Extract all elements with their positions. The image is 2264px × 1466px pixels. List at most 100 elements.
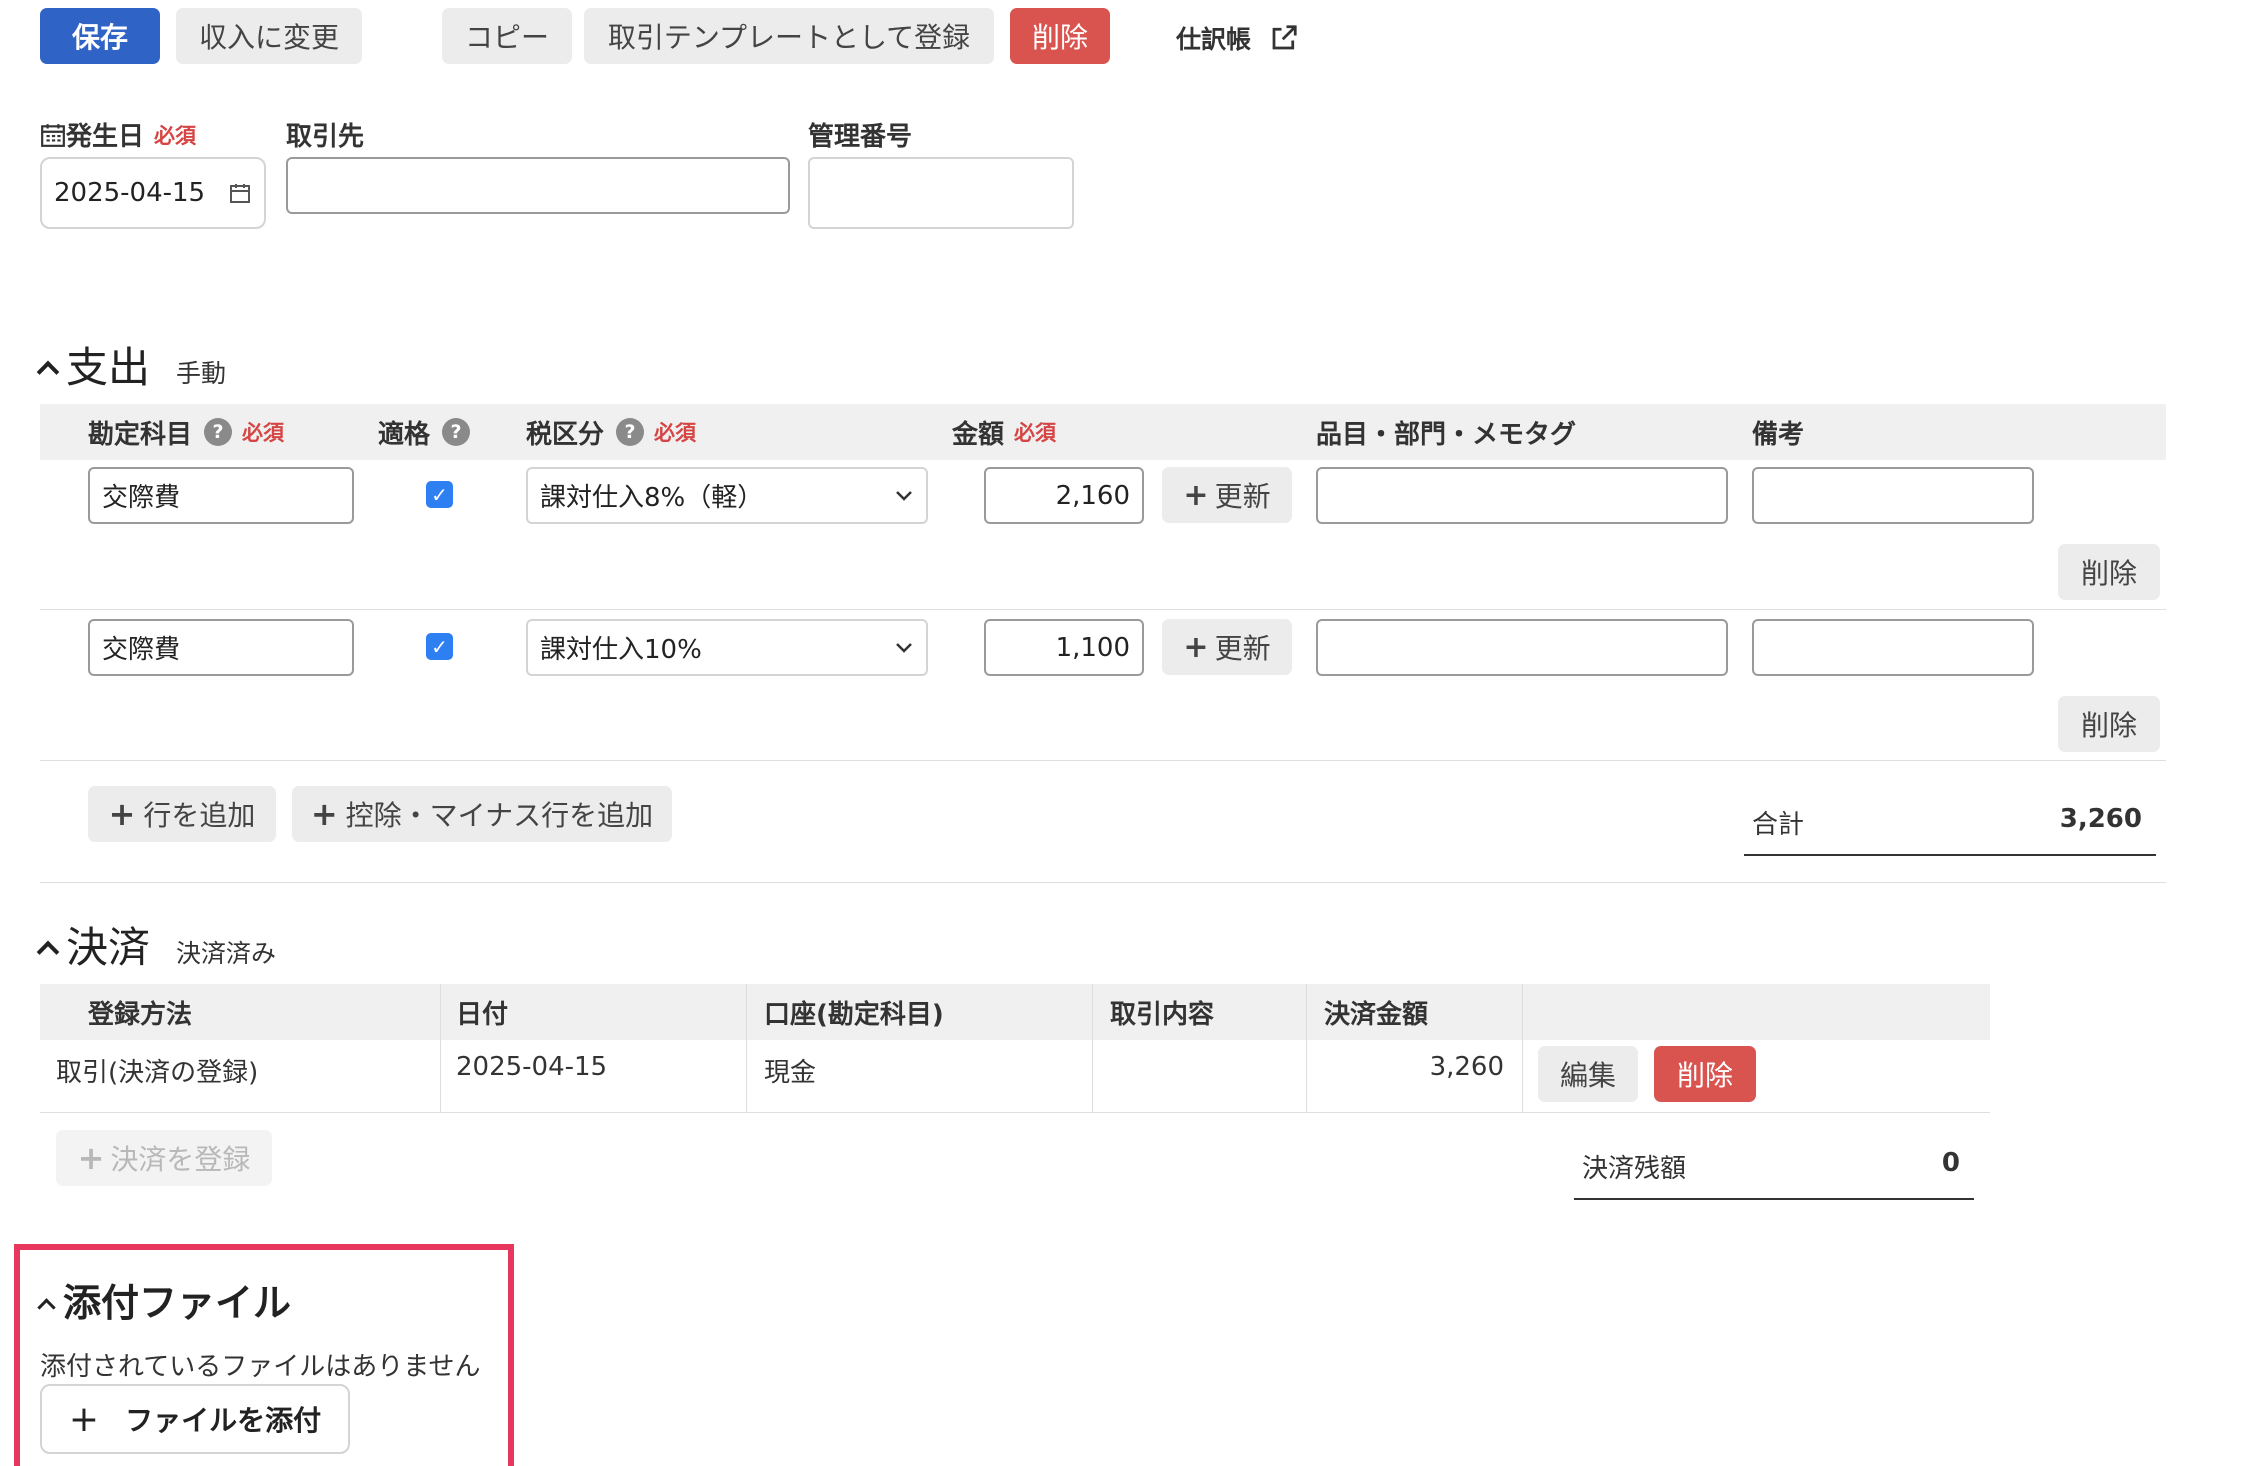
account-field[interactable]: 交際費 [88, 619, 354, 676]
plus-icon: + [1183, 629, 1209, 665]
row-divider [40, 1112, 1990, 1113]
balance-label: 決済残額 [1582, 1154, 1687, 1184]
attachments-empty-text: 添付されているファイルはありません [40, 1352, 481, 1382]
plus-icon: + [108, 795, 136, 833]
column-method: 登録方法 [88, 999, 193, 1030]
section-divider [40, 882, 2166, 883]
settlement-table-header [40, 984, 1990, 1040]
settlement-section-title: 決済 [66, 923, 151, 972]
amount-field[interactable]: 1,100 [984, 619, 1144, 676]
delete-button[interactable]: 削除 [1010, 8, 1110, 64]
total-underline [1744, 854, 2156, 856]
required-badge: 必須 [154, 123, 197, 148]
partner-field[interactable] [286, 157, 790, 214]
update-button[interactable]: + 更新 [1162, 619, 1292, 675]
qualified-checkbox[interactable]: ✓ [426, 481, 453, 508]
item-tags-field[interactable] [1316, 619, 1728, 676]
settlement-delete-button[interactable]: 削除 [1654, 1046, 1756, 1102]
checkmark-icon: ✓ [431, 634, 448, 659]
tax-select-value: 課対仕入10% [540, 635, 702, 665]
column-item-tags: 品目・部門・メモタグ [1316, 419, 1577, 450]
column-divider [1092, 984, 1093, 1112]
expense-section-title: 支出 [66, 343, 151, 392]
column-amount: 金額 必須 [952, 404, 1056, 460]
add-row-button[interactable]: + 行を追加 [88, 786, 276, 842]
journal-link[interactable]: 仕訳帳 [1176, 20, 1299, 56]
register-settlement-label: 決済を登録 [110, 1143, 251, 1176]
attachments-section-header[interactable]: 添付ファイル [37, 1272, 292, 1327]
help-icon[interactable]: ? [616, 418, 645, 446]
chevron-up-icon[interactable] [37, 1298, 56, 1317]
column-remarks: 備考 [1752, 419, 1805, 450]
column-account: 口座(勘定科目) [764, 999, 944, 1030]
chevron-up-icon[interactable] [36, 360, 60, 384]
calendar-icon [41, 123, 65, 147]
update-button-label: 更新 [1214, 632, 1271, 665]
column-tax-label: 税区分 [526, 419, 605, 450]
attach-file-label: ファイルを添付 [125, 1404, 322, 1437]
settlement-status: 決済済み [176, 939, 277, 968]
register-settlement-button[interactable]: + 決済を登録 [56, 1130, 272, 1186]
amount-field[interactable]: 2,160 [984, 467, 1144, 524]
tax-select[interactable]: 課対仕入8%（軽） [526, 467, 928, 524]
chevron-up-icon[interactable] [36, 940, 60, 964]
calendar-icon[interactable] [228, 181, 252, 205]
date-label-group: 発生日 必須 [40, 116, 196, 153]
help-icon[interactable]: ? [204, 418, 233, 446]
copy-button[interactable]: コピー [442, 8, 572, 64]
add-row-label: 行を追加 [143, 799, 256, 832]
plus-icon: + [1183, 477, 1209, 513]
update-button-label: 更新 [1214, 480, 1271, 513]
required-badge: 必須 [654, 421, 697, 445]
remarks-field[interactable] [1752, 467, 2034, 524]
column-account-label: 勘定科目 [88, 419, 193, 450]
save-button[interactable]: 保存 [40, 8, 160, 64]
settlement-method: 取引(決済の登録) [56, 1058, 259, 1088]
qualified-checkbox[interactable]: ✓ [426, 633, 453, 660]
remarks-field[interactable] [1752, 619, 2034, 676]
plus-icon: + [77, 1139, 105, 1177]
column-content: 取引内容 [1110, 999, 1215, 1030]
management-number-field[interactable] [808, 157, 1074, 229]
column-amount-label: 金額 [952, 419, 1005, 450]
attachments-title: 添付ファイル [63, 1281, 292, 1325]
select-arrow-icon [896, 490, 912, 501]
add-deduction-row-button[interactable]: + 控除・マイナス行を追加 [292, 786, 672, 842]
row-delete-button[interactable]: 削除 [2058, 544, 2160, 600]
tax-select[interactable]: 課対仕入10% [526, 619, 928, 676]
checkmark-icon: ✓ [431, 482, 448, 507]
settlement-section-header[interactable]: 決済 決済済み [36, 914, 277, 975]
register-template-button[interactable]: 取引テンプレートとして登録 [584, 8, 994, 64]
help-icon[interactable]: ? [442, 418, 471, 446]
expense-table-header [40, 404, 2166, 460]
plus-icon: + [310, 795, 338, 833]
expense-mode: 手動 [176, 359, 227, 388]
settlement-amount: 3,260 [1429, 1052, 1504, 1082]
column-divider [1306, 984, 1307, 1112]
change-to-income-button[interactable]: 収入に変更 [176, 8, 362, 64]
attach-file-button[interactable]: + ファイルを添付 [40, 1384, 350, 1454]
edit-button[interactable]: 編集 [1538, 1046, 1638, 1102]
item-tags-field[interactable] [1316, 467, 1728, 524]
settlement-account: 現金 [764, 1058, 817, 1088]
journal-link-label: 仕訳帳 [1176, 25, 1252, 54]
column-qualified: 適格 ? [378, 404, 471, 460]
required-badge: 必須 [242, 421, 285, 445]
balance-value: 0 [1941, 1148, 1960, 1178]
account-field[interactable]: 交際費 [88, 467, 354, 524]
column-divider [746, 984, 747, 1112]
row-delete-button[interactable]: 削除 [2058, 696, 2160, 752]
select-arrow-icon [896, 642, 912, 653]
balance-underline [1574, 1198, 1974, 1200]
partner-label: 取引先 [286, 122, 365, 152]
date-field[interactable]: 2025-04-15 [40, 157, 266, 229]
column-account: 勘定科目 ? 必須 [88, 404, 284, 460]
external-link-icon [1272, 25, 1297, 50]
update-button[interactable]: + 更新 [1162, 467, 1292, 523]
tax-select-value: 課対仕入8%（軽） [540, 483, 764, 513]
column-tax: 税区分 ? 必須 [526, 404, 696, 460]
plus-icon: + [68, 1398, 100, 1440]
total-label: 合計 [1752, 810, 1805, 840]
required-badge: 必須 [1014, 421, 1057, 445]
expense-section-header[interactable]: 支出 手動 [36, 334, 227, 395]
